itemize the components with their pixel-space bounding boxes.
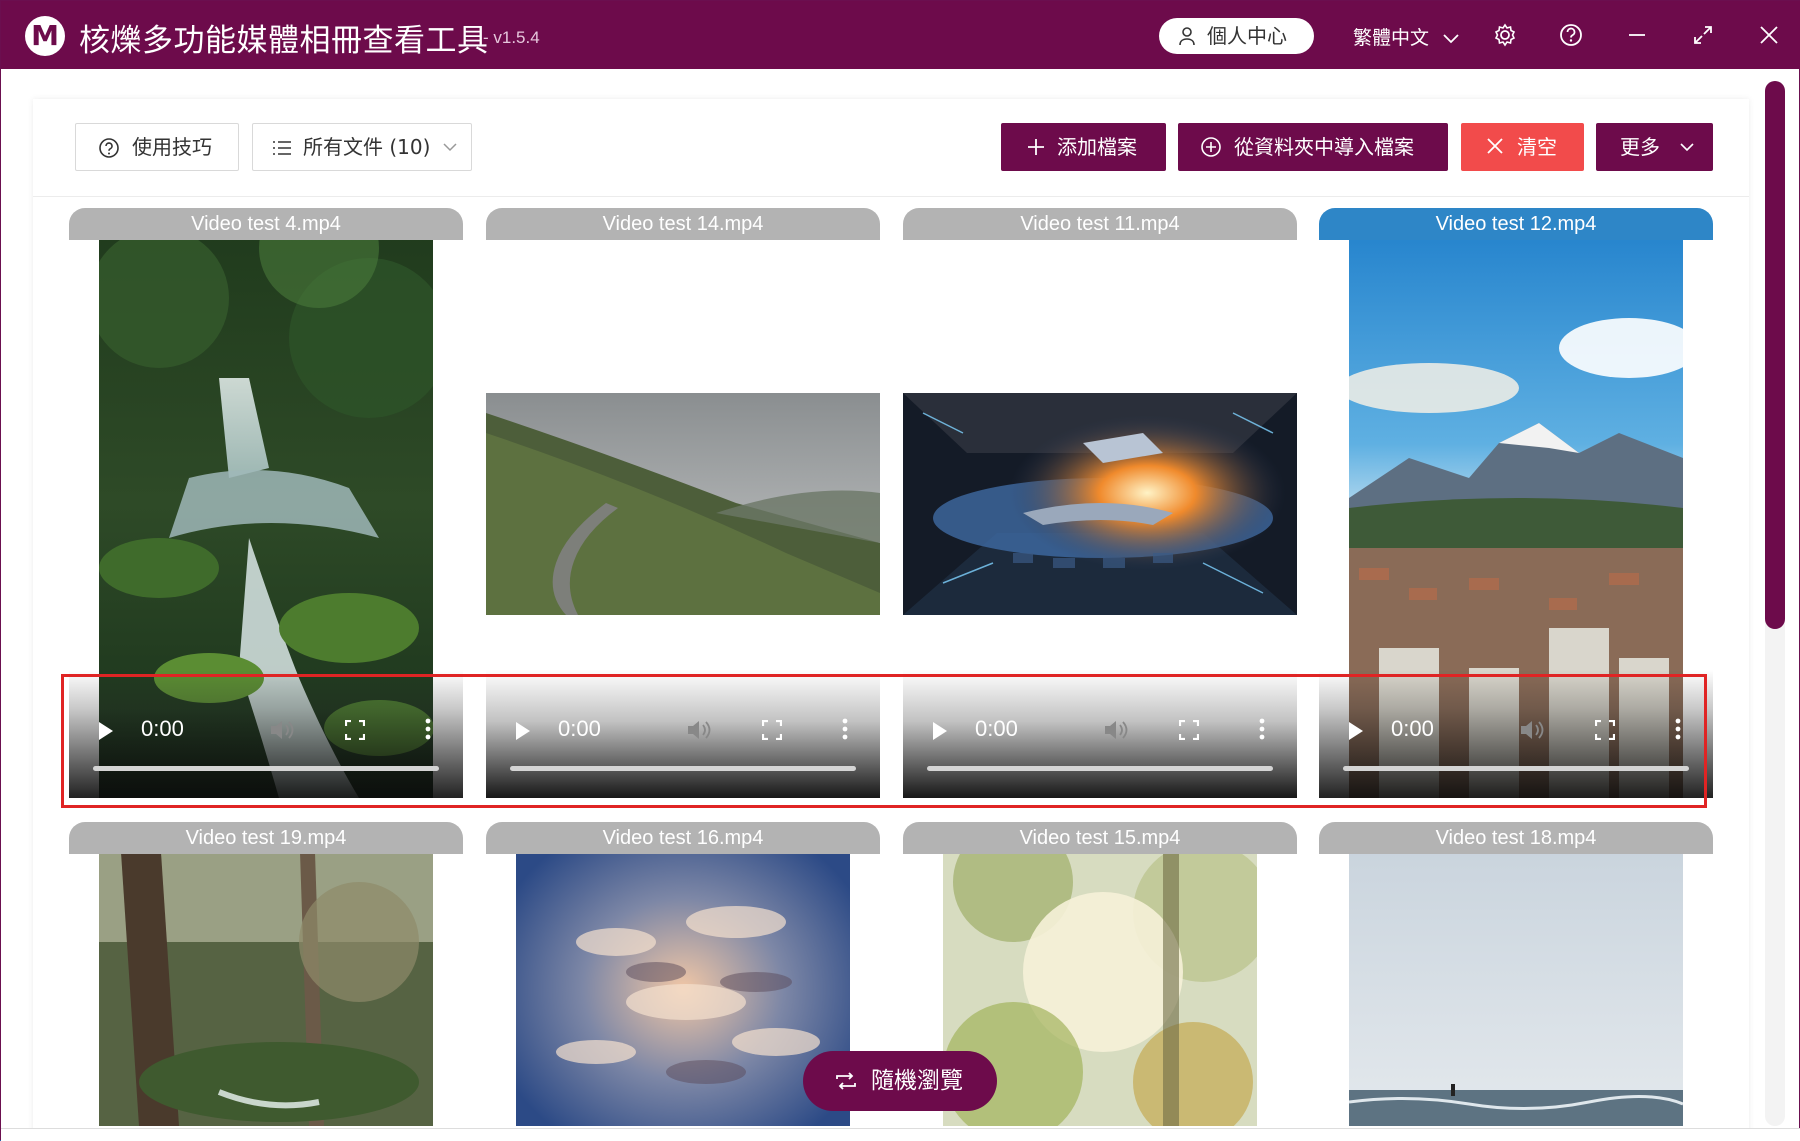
video-card[interactable]: Video test 18.mp4 (1319, 822, 1713, 1126)
progress-bar[interactable] (510, 766, 856, 771)
current-time: 0:00 (141, 716, 184, 741)
volume-icon[interactable] (269, 718, 295, 742)
progress-bar[interactable] (1343, 766, 1689, 771)
current-time: 0:00 (558, 716, 601, 741)
play-icon[interactable] (1349, 722, 1363, 740)
video-controls: 0:00 (903, 670, 1297, 798)
video-thumbnail[interactable] (516, 822, 850, 1126)
video-thumbnail[interactable] (99, 822, 433, 1126)
app-window: M 核爍多功能媒體相冊查看工具 - v1.5.4 個人中心 繁體中文 使用技巧 … (0, 0, 1800, 1141)
video-card[interactable]: Video test 4.mp4 0:00 (69, 208, 463, 798)
fullscreen-icon[interactable] (345, 720, 365, 740)
video-title: Video test 12.mp4 (1319, 208, 1713, 240)
video-controls: 0:00 (69, 670, 463, 798)
video-thumbnail[interactable] (486, 393, 880, 615)
volume-icon[interactable] (1519, 718, 1545, 742)
video-title: Video test 11.mp4 (903, 208, 1297, 240)
video-title: Video test 16.mp4 (486, 822, 880, 854)
progress-bar[interactable] (927, 766, 1273, 771)
play-icon[interactable] (933, 722, 947, 740)
video-title: Video test 14.mp4 (486, 208, 880, 240)
more-options-icon[interactable] (1675, 718, 1681, 740)
fullscreen-icon[interactable] (762, 720, 782, 740)
video-title: Video test 4.mp4 (69, 208, 463, 240)
video-title: Video test 15.mp4 (903, 822, 1297, 854)
media-grid: Video test 4.mp4 0:00 Video test 14.mp4 … (1, 1, 1800, 1141)
current-time: 0:00 (1391, 716, 1434, 741)
video-title: Video test 18.mp4 (1319, 822, 1713, 854)
video-card[interactable]: Video test 12.mp4 0:00 (1319, 208, 1713, 798)
video-controls: 0:00 (1319, 670, 1713, 798)
window-bottom-edge (1, 1128, 1800, 1141)
video-card[interactable]: Video test 11.mp4 0:00 (903, 208, 1297, 798)
scrollbar[interactable] (1765, 81, 1785, 1126)
progress-bar[interactable] (93, 766, 439, 771)
video-card[interactable]: Video test 19.mp4 (69, 822, 463, 1126)
more-options-icon[interactable] (842, 718, 848, 740)
scrollbar-thumb[interactable] (1765, 81, 1785, 629)
random-browse-button[interactable]: 隨機瀏覽 (803, 1051, 997, 1111)
video-card[interactable]: Video test 14.mp4 0:00 (486, 208, 880, 798)
video-thumbnail[interactable] (903, 393, 1297, 615)
video-thumbnail[interactable] (1349, 822, 1683, 1126)
play-icon[interactable] (99, 722, 113, 740)
play-icon[interactable] (516, 722, 530, 740)
video-title: Video test 19.mp4 (69, 822, 463, 854)
volume-icon[interactable] (686, 718, 712, 742)
volume-icon[interactable] (1103, 718, 1129, 742)
video-controls: 0:00 (486, 670, 880, 798)
more-options-icon[interactable] (425, 718, 431, 740)
more-options-icon[interactable] (1259, 718, 1265, 740)
shuffle-icon (836, 1072, 856, 1090)
fullscreen-icon[interactable] (1595, 720, 1615, 740)
fullscreen-icon[interactable] (1179, 720, 1199, 740)
random-browse-label: 隨機瀏覽 (871, 1068, 963, 1094)
current-time: 0:00 (975, 716, 1018, 741)
